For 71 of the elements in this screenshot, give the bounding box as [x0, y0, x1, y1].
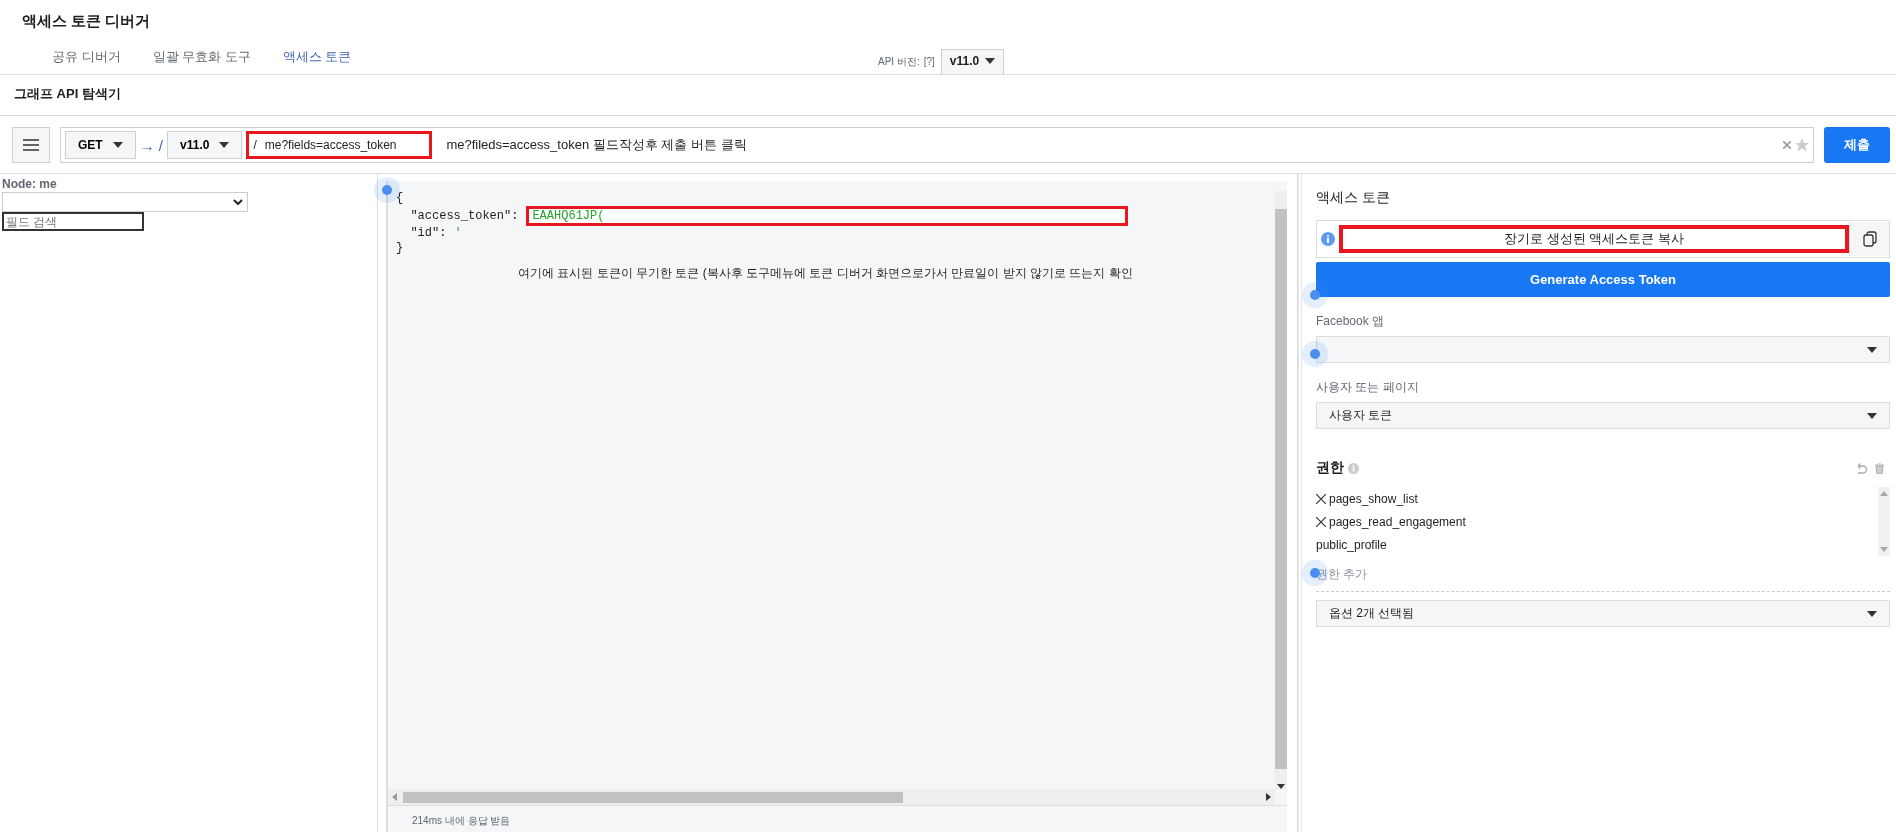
- horizontal-scrollbar[interactable]: [388, 789, 1275, 805]
- token-field[interactable]: 장기로 생성된 액세스토큰 복사: [1316, 220, 1890, 258]
- scroll-left-icon[interactable]: [392, 793, 397, 801]
- json-value: EAAHQ61JP(: [532, 208, 605, 224]
- copy-icon: [1862, 231, 1877, 247]
- star-icon[interactable]: [1795, 138, 1809, 152]
- caret-icon: [1867, 610, 1877, 617]
- tab[interactable]: 액세스 토큰: [266, 48, 368, 74]
- menu-icon: [23, 139, 39, 151]
- caret-icon: [1867, 412, 1877, 419]
- token-value: 장기로 생성된 액세스토큰 복사: [1339, 225, 1849, 253]
- json-key: "access_token":: [396, 208, 519, 224]
- code-text: }: [396, 241, 405, 256]
- generate-token-button[interactable]: Generate Access Token: [1316, 262, 1890, 297]
- panel-title: 액세스 토큰: [1316, 188, 1391, 207]
- scroll-right-icon[interactable]: [1266, 793, 1271, 801]
- copy-button[interactable]: [1849, 222, 1889, 256]
- permissions-title: 권한: [1316, 459, 1344, 477]
- menu-button[interactable]: [12, 127, 50, 163]
- slash-text: /: [253, 138, 257, 152]
- path-separator: → /: [139, 136, 163, 154]
- method-dropdown[interactable]: GET: [65, 131, 136, 159]
- tab[interactable]: 공유 디버거: [36, 48, 137, 74]
- clear-icon[interactable]: [1783, 141, 1791, 149]
- section-title: 그래프 API 탐색기: [0, 74, 1896, 116]
- app-dropdown[interactable]: [1316, 336, 1890, 363]
- annotation-note: me?fileds=access_token 필드작성후 제출 버튼 클릭: [446, 136, 748, 154]
- hotspot-marker: [1310, 568, 1320, 578]
- field-search[interactable]: 필드 검색: [2, 212, 144, 231]
- field-label: 사용자 또는 페이지: [1316, 379, 1420, 396]
- vertical-scrollbar[interactable]: [1275, 191, 1287, 789]
- caret-icon: [112, 142, 123, 148]
- version-dropdown[interactable]: v11.0: [167, 131, 243, 159]
- options-dropdown[interactable]: 옵션 2개 선택됨: [1316, 600, 1890, 627]
- annotation-note: 여기에 표시된 토큰이 무기한 토큰 (복사후 도구메뉴에 토큰 디버거 화면으로가서 만료일이 받지 않기로 뜨는지 확인: [518, 266, 1134, 281]
- permission-scrollbar[interactable]: [1878, 487, 1890, 556]
- path-input[interactable]: / me?fields=access_token: [246, 131, 433, 159]
- hotspot-marker: [382, 185, 392, 195]
- help-link[interactable]: [?]: [923, 56, 935, 67]
- remove-icon[interactable]: [1316, 516, 1326, 527]
- scroll-down-icon[interactable]: [1277, 784, 1285, 789]
- json-key: "id":: [396, 226, 447, 241]
- caret-icon: [219, 142, 230, 148]
- info-icon: [1348, 462, 1359, 474]
- page-title: 액세스 토큰 디버거: [21, 11, 152, 31]
- json-value: ': [454, 226, 462, 241]
- response-status: 214ms 내에 응답 받음: [388, 805, 1287, 832]
- permission-item: public_profile: [1316, 537, 1387, 552]
- path-text: me?fields=access_token: [264, 138, 397, 152]
- user-dropdown[interactable]: 사용자 토큰: [1316, 402, 1890, 429]
- undo-icon[interactable]: [1855, 462, 1867, 474]
- tab[interactable]: 일괄 무효화 도구: [136, 48, 267, 74]
- hotspot-marker: [1310, 290, 1320, 300]
- code-text: {: [396, 191, 405, 206]
- submit-button[interactable]: 제출: [1824, 127, 1890, 163]
- info-icon: [1321, 232, 1335, 246]
- scroll-up-icon[interactable]: [1880, 491, 1888, 496]
- chevron-icon: [233, 199, 243, 205]
- node-select[interactable]: [2, 192, 248, 212]
- field-label: Facebook 앱: [1316, 313, 1386, 330]
- remove-icon[interactable]: [1316, 493, 1326, 504]
- api-version-label: API 버전:: [878, 54, 920, 69]
- caret-icon: [985, 58, 996, 64]
- permission-item: pages_read_engagement: [1329, 514, 1466, 529]
- trash-icon[interactable]: [1875, 462, 1884, 474]
- permission-item: pages_show_list: [1329, 491, 1418, 506]
- node-label: Node: me: [2, 177, 58, 191]
- query-field[interactable]: GET → / v11.0 / me?fields=access_token me?fileds=access_token 필드작성후 제출 버튼 클릭: [60, 127, 1814, 163]
- hotspot-marker: [1310, 349, 1320, 359]
- caret-icon: [1867, 346, 1877, 353]
- version-dropdown[interactable]: v11.0: [940, 49, 1005, 74]
